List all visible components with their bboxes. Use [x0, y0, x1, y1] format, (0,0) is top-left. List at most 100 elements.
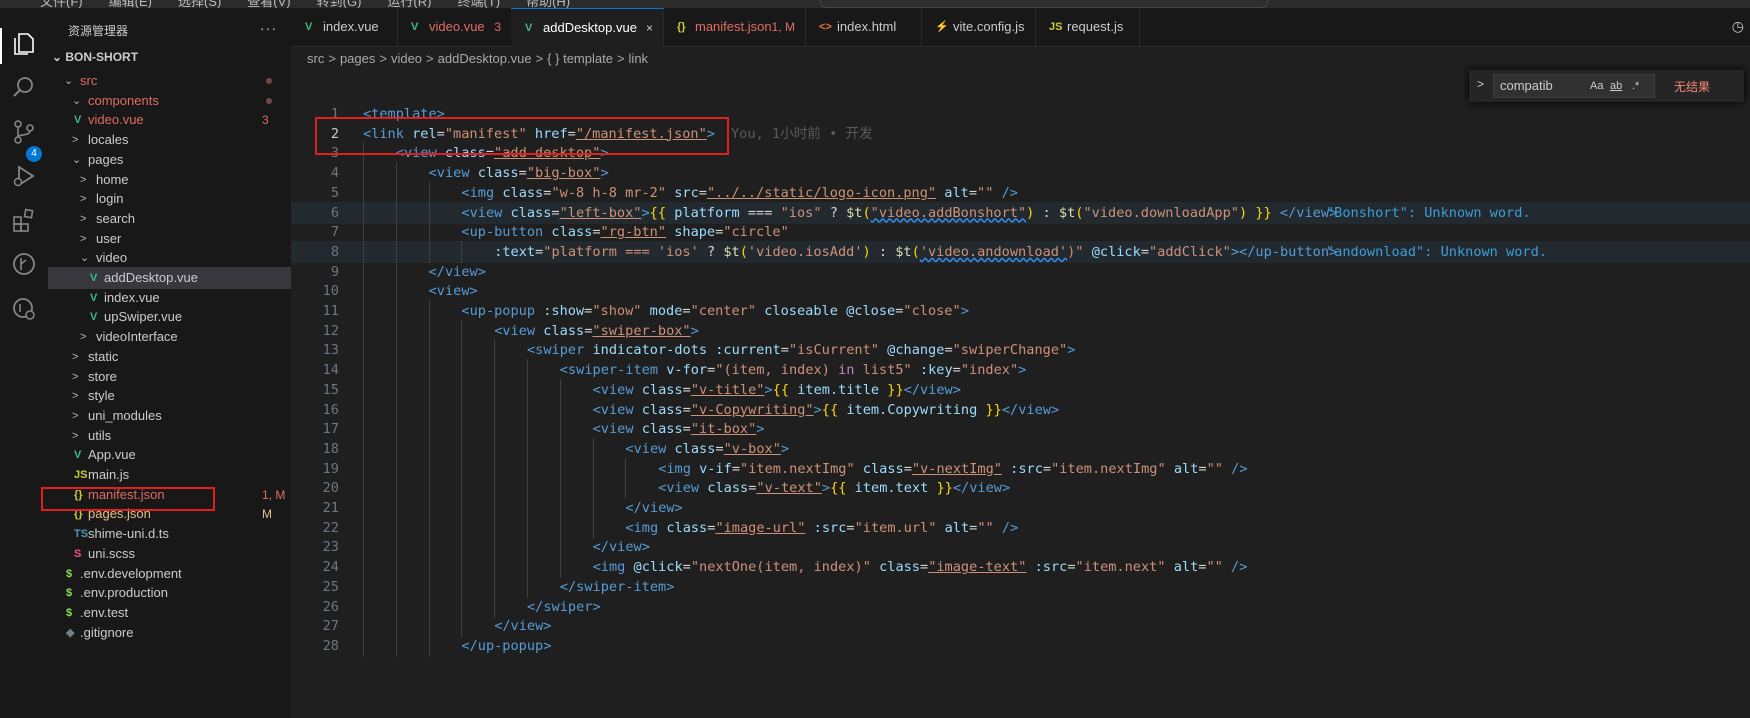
code-token: </swiper>	[527, 598, 601, 615]
tree-item[interactable]: V App.vue	[48, 444, 291, 466]
source-control-icon[interactable]	[10, 118, 38, 146]
tab-index-html[interactable]: <> index.html	[805, 8, 922, 46]
search-icon[interactable]	[10, 74, 38, 102]
timeline-icon[interactable]: ◷	[1732, 18, 1744, 35]
code-token: "big-box"	[526, 165, 601, 182]
menu-item[interactable]: 选择(S)	[178, 0, 221, 8]
breadcrumb-item[interactable]: link	[629, 51, 649, 66]
command-center[interactable]: bon-short	[820, 0, 1268, 8]
breadcrumb-item[interactable]: addDesktop.vue	[438, 51, 532, 66]
code-token: =	[551, 204, 560, 221]
indent-guide	[363, 615, 364, 638]
menu-item[interactable]: 帮助(H)	[526, 0, 570, 8]
tree-item[interactable]: ⌄ components	[48, 90, 291, 112]
code-token: (	[739, 243, 748, 260]
remote-explorer-icon[interactable]	[10, 294, 38, 322]
tree-item-label: upSwiper.vue	[104, 309, 183, 325]
workspace-section[interactable]: ⌄ BON-SHORT	[52, 50, 138, 64]
tree-item[interactable]: $ .env.production	[48, 582, 291, 604]
tree-item[interactable]: > style	[48, 385, 291, 407]
tab-adddesktop-vue[interactable]: VaddDesktop.vue ×	[511, 8, 664, 47]
code-token: =	[715, 440, 724, 457]
indent-guide	[428, 497, 430, 519]
menu-item[interactable]: 终端(T)	[457, 0, 500, 8]
breadcrumb-item[interactable]: pages	[340, 51, 375, 66]
regex-icon[interactable]: .*	[1632, 80, 1639, 92]
line-number: 15	[322, 381, 339, 398]
chevron-right-icon[interactable]: >	[1477, 77, 1484, 91]
tab-video-vue[interactable]: Vvideo.vue 3	[397, 8, 512, 46]
breadcrumb-item[interactable]: { } template	[547, 51, 613, 66]
indent-guide	[428, 181, 430, 204]
tab-manifest-json[interactable]: {} manifest.json 1, M	[663, 8, 806, 46]
indent-guide	[363, 339, 364, 362]
tree-item[interactable]: > videoInterface	[48, 326, 291, 348]
tree-item[interactable]: > uni_modules	[48, 405, 291, 427]
indent-guide	[363, 634, 364, 657]
indent-guide	[428, 240, 430, 263]
explorer-icon[interactable]	[10, 30, 38, 58]
tree-item[interactable]: > login	[48, 188, 291, 210]
tab-index-vue[interactable]: Vindex.vue	[291, 8, 398, 46]
match-case-icon[interactable]: Aa	[1590, 80, 1603, 92]
tree-item[interactable]: ⌄ video	[48, 247, 291, 269]
breadcrumb-item[interactable]: video	[391, 51, 422, 66]
code-line: 27 </view>	[291, 615, 1750, 638]
tree-item[interactable]: TS shime-uni.d.ts	[48, 523, 291, 545]
code-token: class	[502, 204, 552, 221]
tree-item[interactable]: $ .env.test	[48, 602, 291, 624]
file-type-icon: V	[74, 114, 82, 127]
code-token: <swiper-item	[559, 362, 659, 379]
tree-item[interactable]: JS main.js	[48, 464, 291, 486]
indent-guide	[428, 477, 430, 500]
run-debug-icon[interactable]	[10, 162, 38, 190]
menu-item[interactable]: 运行(R)	[387, 0, 431, 8]
code-token: mode	[641, 303, 683, 319]
tree-item[interactable]: ◆ .gitignore	[48, 622, 291, 644]
indent-guide	[363, 201, 364, 224]
breadcrumb-item[interactable]: src	[307, 51, 324, 66]
tree-item[interactable]: > utils	[48, 425, 291, 447]
code-token: "../../static/logo-icon.png"	[706, 184, 937, 201]
close-icon[interactable]: ×	[646, 9, 653, 47]
tab-vite-config-js[interactable]: ⚡ vite.config.js	[921, 8, 1036, 46]
line-number: 7	[330, 224, 339, 241]
code-token: =	[1198, 460, 1207, 477]
tree-item[interactable]: ⌄ src	[48, 70, 291, 92]
tree-item[interactable]: VupSwiper.vue	[48, 306, 291, 328]
menu-item[interactable]: 转到(G)	[317, 0, 362, 8]
menu-item[interactable]: 查看(V)	[247, 0, 290, 8]
code-token: 'ios'	[657, 243, 699, 260]
indent-guide	[494, 595, 496, 618]
find-input[interactable]: compatib Aa ab .*	[1493, 74, 1655, 98]
tree-item[interactable]: > search	[48, 208, 291, 230]
tree-item[interactable]: > static	[48, 346, 291, 368]
tab-request-js[interactable]: JS request.js	[1035, 8, 1140, 46]
line-number: 13	[322, 342, 339, 359]
code-token: "item.nextImg"	[1051, 460, 1166, 477]
line-number: 27	[322, 618, 339, 635]
more-actions-icon[interactable]: ···	[260, 20, 277, 36]
menu-item[interactable]: 编辑(E)	[109, 0, 152, 8]
indent-guide	[494, 556, 496, 579]
tree-item[interactable]: > home	[48, 169, 291, 191]
file-type-icon: ◆	[66, 626, 75, 639]
extensions-icon[interactable]	[10, 206, 38, 234]
active-indicator	[0, 28, 2, 64]
tree-item[interactable]: Vindex.vue	[48, 287, 291, 309]
tree-item[interactable]: > locales	[48, 129, 291, 151]
tree-item[interactable]: > store	[48, 366, 291, 388]
tree-item[interactable]: > user	[48, 228, 291, 250]
git-graph-icon[interactable]	[10, 250, 38, 278]
tree-item[interactable]: Vvideo.vue 3	[48, 109, 291, 131]
tree-item[interactable]: ⌄ pages	[48, 149, 291, 171]
indent-guide	[395, 339, 397, 362]
indent-guide	[592, 516, 594, 539]
indent-guide	[527, 575, 528, 598]
menu-item[interactable]: 文件(F)	[40, 0, 83, 8]
indent-guide	[559, 477, 561, 500]
tree-item[interactable]: Suni.scss	[48, 543, 291, 565]
tree-item[interactable]: $ .env.development	[48, 563, 291, 585]
match-word-icon[interactable]: ab	[1610, 80, 1622, 92]
tree-item[interactable]: VaddDesktop.vue	[48, 267, 291, 289]
